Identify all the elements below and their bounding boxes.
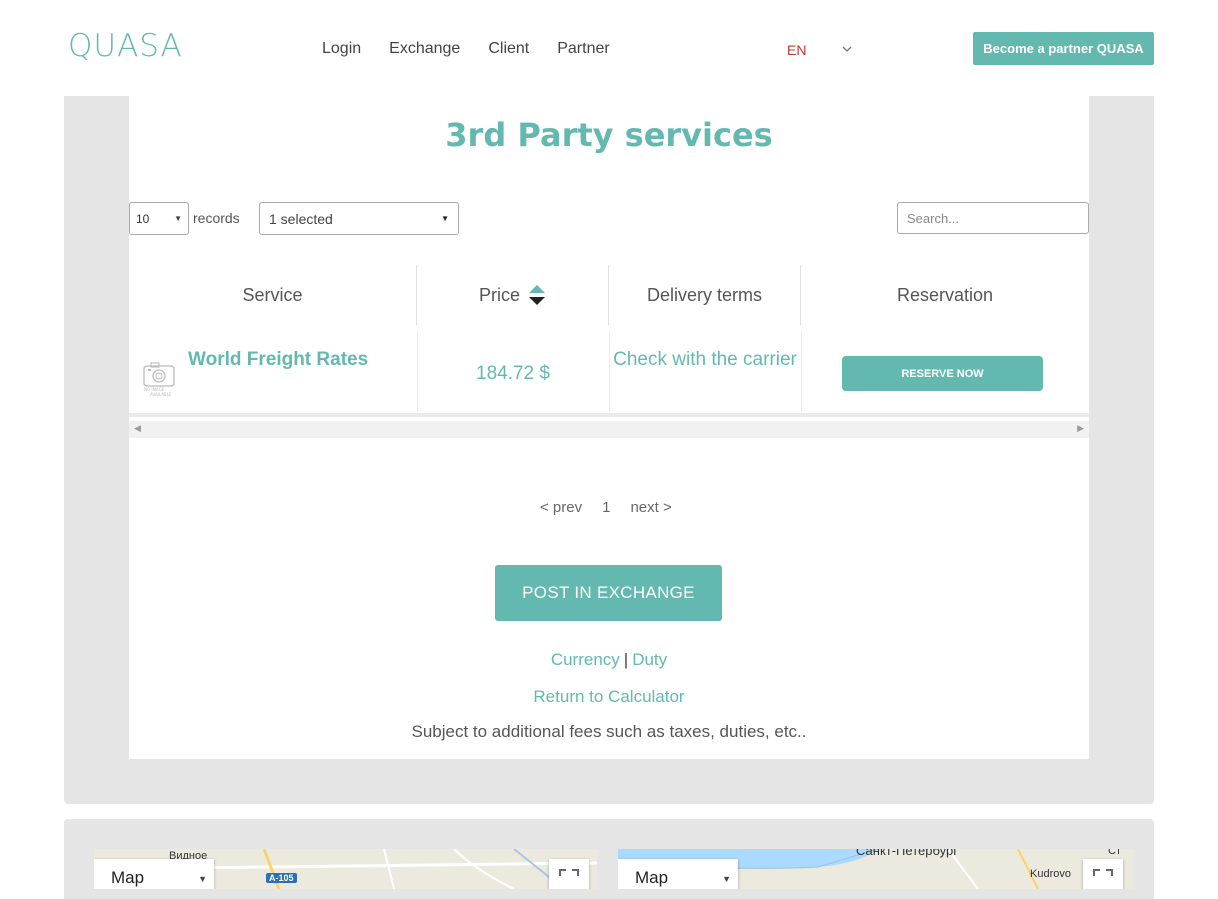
nav-login[interactable]: Login — [322, 40, 361, 58]
header-price[interactable]: Price — [417, 265, 608, 325]
map-type-select[interactable]: Map ▼ — [94, 859, 214, 889]
main-nav: Login Exchange Client Partner — [322, 40, 638, 58]
return-to-calculator-link[interactable]: Return to Calculator — [129, 687, 1089, 707]
search-input[interactable] — [897, 202, 1089, 234]
svg-text:AVAILABLE: AVAILABLE — [150, 392, 172, 397]
fullscreen-icon — [1093, 869, 1113, 876]
service-name[interactable]: World Freight Rates — [188, 349, 368, 371]
logo[interactable]: QUASA — [68, 28, 183, 64]
language-selector[interactable]: EN — [787, 42, 806, 58]
header: QUASA Login Exchange Client Partner EN B… — [0, 0, 1218, 96]
header-price-label: Price — [478, 284, 520, 305]
pagination: < prev 1 next > — [540, 499, 672, 516]
sort-icon[interactable] — [528, 283, 546, 307]
table-row: NO IMAGE AVAILABLE World Freight Rates 1… — [129, 331, 1089, 417]
page-number[interactable]: 1 — [602, 499, 610, 516]
service-price: 184.72 $ — [476, 363, 550, 384]
fullscreen-icon — [559, 869, 579, 876]
scroll-left-icon[interactable]: ◀ — [134, 423, 141, 434]
header-delivery[interactable]: Delivery terms — [609, 265, 800, 325]
caret-down-icon: ▼ — [174, 214, 182, 223]
nav-exchange[interactable]: Exchange — [389, 40, 460, 58]
records-value: 10 — [136, 211, 150, 226]
service-filter-select[interactable]: 1 selected ▼ — [259, 202, 459, 235]
map-place-label: Ст — [1108, 849, 1121, 857]
map-place-label: Kudrovo — [1030, 868, 1071, 880]
duty-link[interactable]: Duty — [632, 650, 667, 669]
records-label: records — [193, 210, 240, 226]
reserve-now-button[interactable]: RESERVE NOW — [842, 356, 1043, 391]
prev-page-link[interactable]: < prev — [540, 499, 582, 516]
caret-down-icon: ▼ — [441, 214, 449, 223]
fees-note: Subject to additional fees such as taxes… — [411, 722, 807, 741]
map-type-label: Map — [111, 868, 145, 887]
divider — [609, 331, 610, 417]
nav-partner[interactable]: Partner — [557, 40, 609, 58]
horizontal-scrollbar[interactable]: ◀ ▶ — [129, 421, 1089, 438]
currency-link[interactable]: Currency — [551, 650, 620, 669]
map-place-label: Санкт-Петербург — [856, 849, 958, 858]
fullscreen-button[interactable] — [549, 859, 589, 889]
post-in-exchange-button[interactable]: POST IN EXCHANGE — [495, 565, 722, 621]
next-page-link[interactable]: next > — [630, 499, 671, 516]
nav-client[interactable]: Client — [488, 40, 529, 58]
table-header: Service Price Delivery terms Reservation — [129, 265, 1089, 325]
map-type-label: Map — [635, 868, 669, 887]
delivery-terms: Check with the carrier — [613, 349, 797, 370]
link-separator: | — [623, 650, 629, 669]
currency-duty-links: Currency | Duty — [129, 650, 1089, 670]
map-right[interactable]: Санкт-Петербург Ст Kudrovo Map ▼ — [618, 849, 1133, 889]
no-image-icon: NO IMAGE AVAILABLE — [142, 361, 176, 397]
divider — [801, 331, 802, 417]
chevron-down-icon[interactable] — [842, 42, 852, 56]
become-partner-button[interactable]: Become a partner QUASA — [973, 32, 1154, 65]
page-title: 3rd Party services — [445, 116, 773, 154]
scroll-right-icon[interactable]: ▶ — [1077, 423, 1084, 434]
map-left[interactable]: Видное A-105 Map ▼ — [94, 849, 597, 889]
map-type-select[interactable]: Map ▼ — [618, 859, 738, 889]
header-service[interactable]: Service — [129, 265, 416, 325]
records-per-page-select[interactable]: 10 ▼ — [129, 202, 189, 235]
road-shield: A-105 — [266, 873, 297, 883]
header-reservation[interactable]: Reservation — [801, 265, 1089, 325]
filter-value: 1 selected — [269, 210, 333, 227]
fullscreen-button[interactable] — [1083, 859, 1123, 889]
